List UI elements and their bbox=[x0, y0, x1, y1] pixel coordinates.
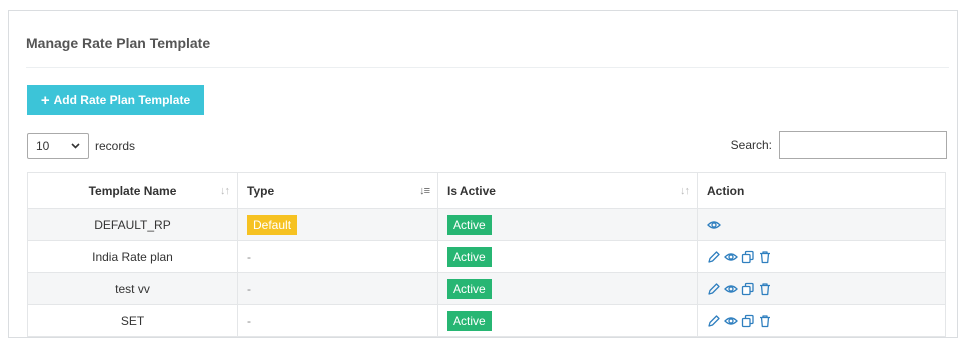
template-name: India Rate plan bbox=[92, 249, 173, 264]
sort-descending-icon: ↓≡ bbox=[419, 185, 430, 197]
view-icon[interactable] bbox=[707, 218, 721, 232]
column-header-label: Template Name bbox=[88, 183, 177, 198]
copy-icon[interactable] bbox=[741, 314, 755, 328]
action-cell bbox=[697, 304, 946, 337]
active-status-badge: Active bbox=[447, 278, 492, 299]
action-cell bbox=[697, 240, 946, 273]
active-status-badge: Active bbox=[447, 214, 492, 235]
type-cell: Default bbox=[237, 208, 438, 241]
rate-plan-table: Template Name ↓↑ Type ↓≡ Is Active ↓↑ Ac… bbox=[27, 172, 946, 337]
type-cell: - bbox=[237, 240, 438, 273]
table-row: test vv - Active bbox=[27, 272, 946, 305]
column-header-is-active[interactable]: Is Active ↓↑ bbox=[437, 172, 698, 209]
type-value: - bbox=[247, 313, 251, 328]
delete-icon[interactable] bbox=[758, 314, 772, 328]
is-active-cell: Active bbox=[437, 304, 698, 337]
view-icon[interactable] bbox=[724, 314, 738, 328]
type-value: - bbox=[247, 249, 251, 264]
records-per-page-value: 10 bbox=[36, 139, 50, 153]
copy-icon[interactable] bbox=[741, 250, 755, 264]
sort-icon: ↓↑ bbox=[680, 185, 690, 197]
is-active-cell: Active bbox=[437, 208, 698, 241]
records-label: records bbox=[95, 139, 136, 153]
column-header-action: Action bbox=[697, 172, 946, 209]
template-name-cell: test vv bbox=[27, 272, 238, 305]
title-divider bbox=[26, 67, 949, 68]
table-row: DEFAULT_RP Default Active bbox=[27, 208, 946, 241]
view-icon[interactable] bbox=[724, 282, 738, 296]
action-cell bbox=[697, 272, 946, 305]
row-actions bbox=[707, 250, 936, 264]
template-name-cell: DEFAULT_RP bbox=[27, 208, 238, 241]
column-header-template-name[interactable]: Template Name ↓↑ bbox=[27, 172, 238, 209]
column-header-label: Action bbox=[707, 183, 745, 198]
column-header-type[interactable]: Type ↓≡ bbox=[237, 172, 438, 209]
sort-icon: ↓↑ bbox=[220, 185, 230, 197]
copy-icon[interactable] bbox=[741, 282, 755, 296]
template-name: SET bbox=[120, 313, 145, 328]
active-status-badge: Active bbox=[447, 310, 492, 331]
edit-icon[interactable] bbox=[707, 314, 721, 328]
search-input[interactable] bbox=[779, 131, 947, 159]
edit-icon[interactable] bbox=[707, 250, 721, 264]
rate-plan-card: Manage Rate Plan Template + Add Rate Pla… bbox=[8, 10, 958, 338]
type-cell: - bbox=[237, 304, 438, 337]
add-rate-plan-template-button[interactable]: + Add Rate Plan Template bbox=[27, 85, 204, 115]
delete-icon[interactable] bbox=[758, 250, 772, 264]
active-status-badge: Active bbox=[447, 246, 492, 267]
chevron-down-icon bbox=[71, 143, 80, 149]
plus-icon: + bbox=[40, 91, 50, 109]
action-cell bbox=[697, 208, 946, 241]
search-control: Search: bbox=[731, 131, 947, 159]
table-header-row: Template Name ↓↑ Type ↓≡ Is Active ↓↑ Ac… bbox=[27, 172, 946, 209]
type-badge: Default bbox=[247, 214, 298, 235]
template-name-cell: SET bbox=[27, 304, 238, 337]
records-per-page-select[interactable]: 10 bbox=[27, 133, 89, 159]
type-cell: - bbox=[237, 272, 438, 305]
template-name: test vv bbox=[115, 281, 150, 296]
view-icon[interactable] bbox=[724, 250, 738, 264]
row-actions bbox=[707, 218, 936, 232]
is-active-cell: Active bbox=[437, 272, 698, 305]
search-label: Search: bbox=[730, 138, 772, 152]
column-header-label: Is Active bbox=[447, 183, 496, 198]
table-row: India Rate plan - Active bbox=[27, 240, 946, 273]
column-header-label: Type bbox=[247, 183, 275, 198]
add-button-label: Add Rate Plan Template bbox=[53, 93, 191, 107]
page-title: Manage Rate Plan Template bbox=[26, 35, 211, 51]
table-row: SET - Active bbox=[27, 304, 946, 337]
row-actions bbox=[707, 314, 936, 328]
template-name-cell: India Rate plan bbox=[27, 240, 238, 273]
edit-icon[interactable] bbox=[707, 282, 721, 296]
records-length-control: 10 records bbox=[27, 133, 135, 159]
is-active-cell: Active bbox=[437, 240, 698, 273]
row-actions bbox=[707, 282, 936, 296]
type-value: - bbox=[247, 281, 251, 296]
template-name: DEFAULT_RP bbox=[94, 217, 171, 232]
delete-icon[interactable] bbox=[758, 282, 772, 296]
